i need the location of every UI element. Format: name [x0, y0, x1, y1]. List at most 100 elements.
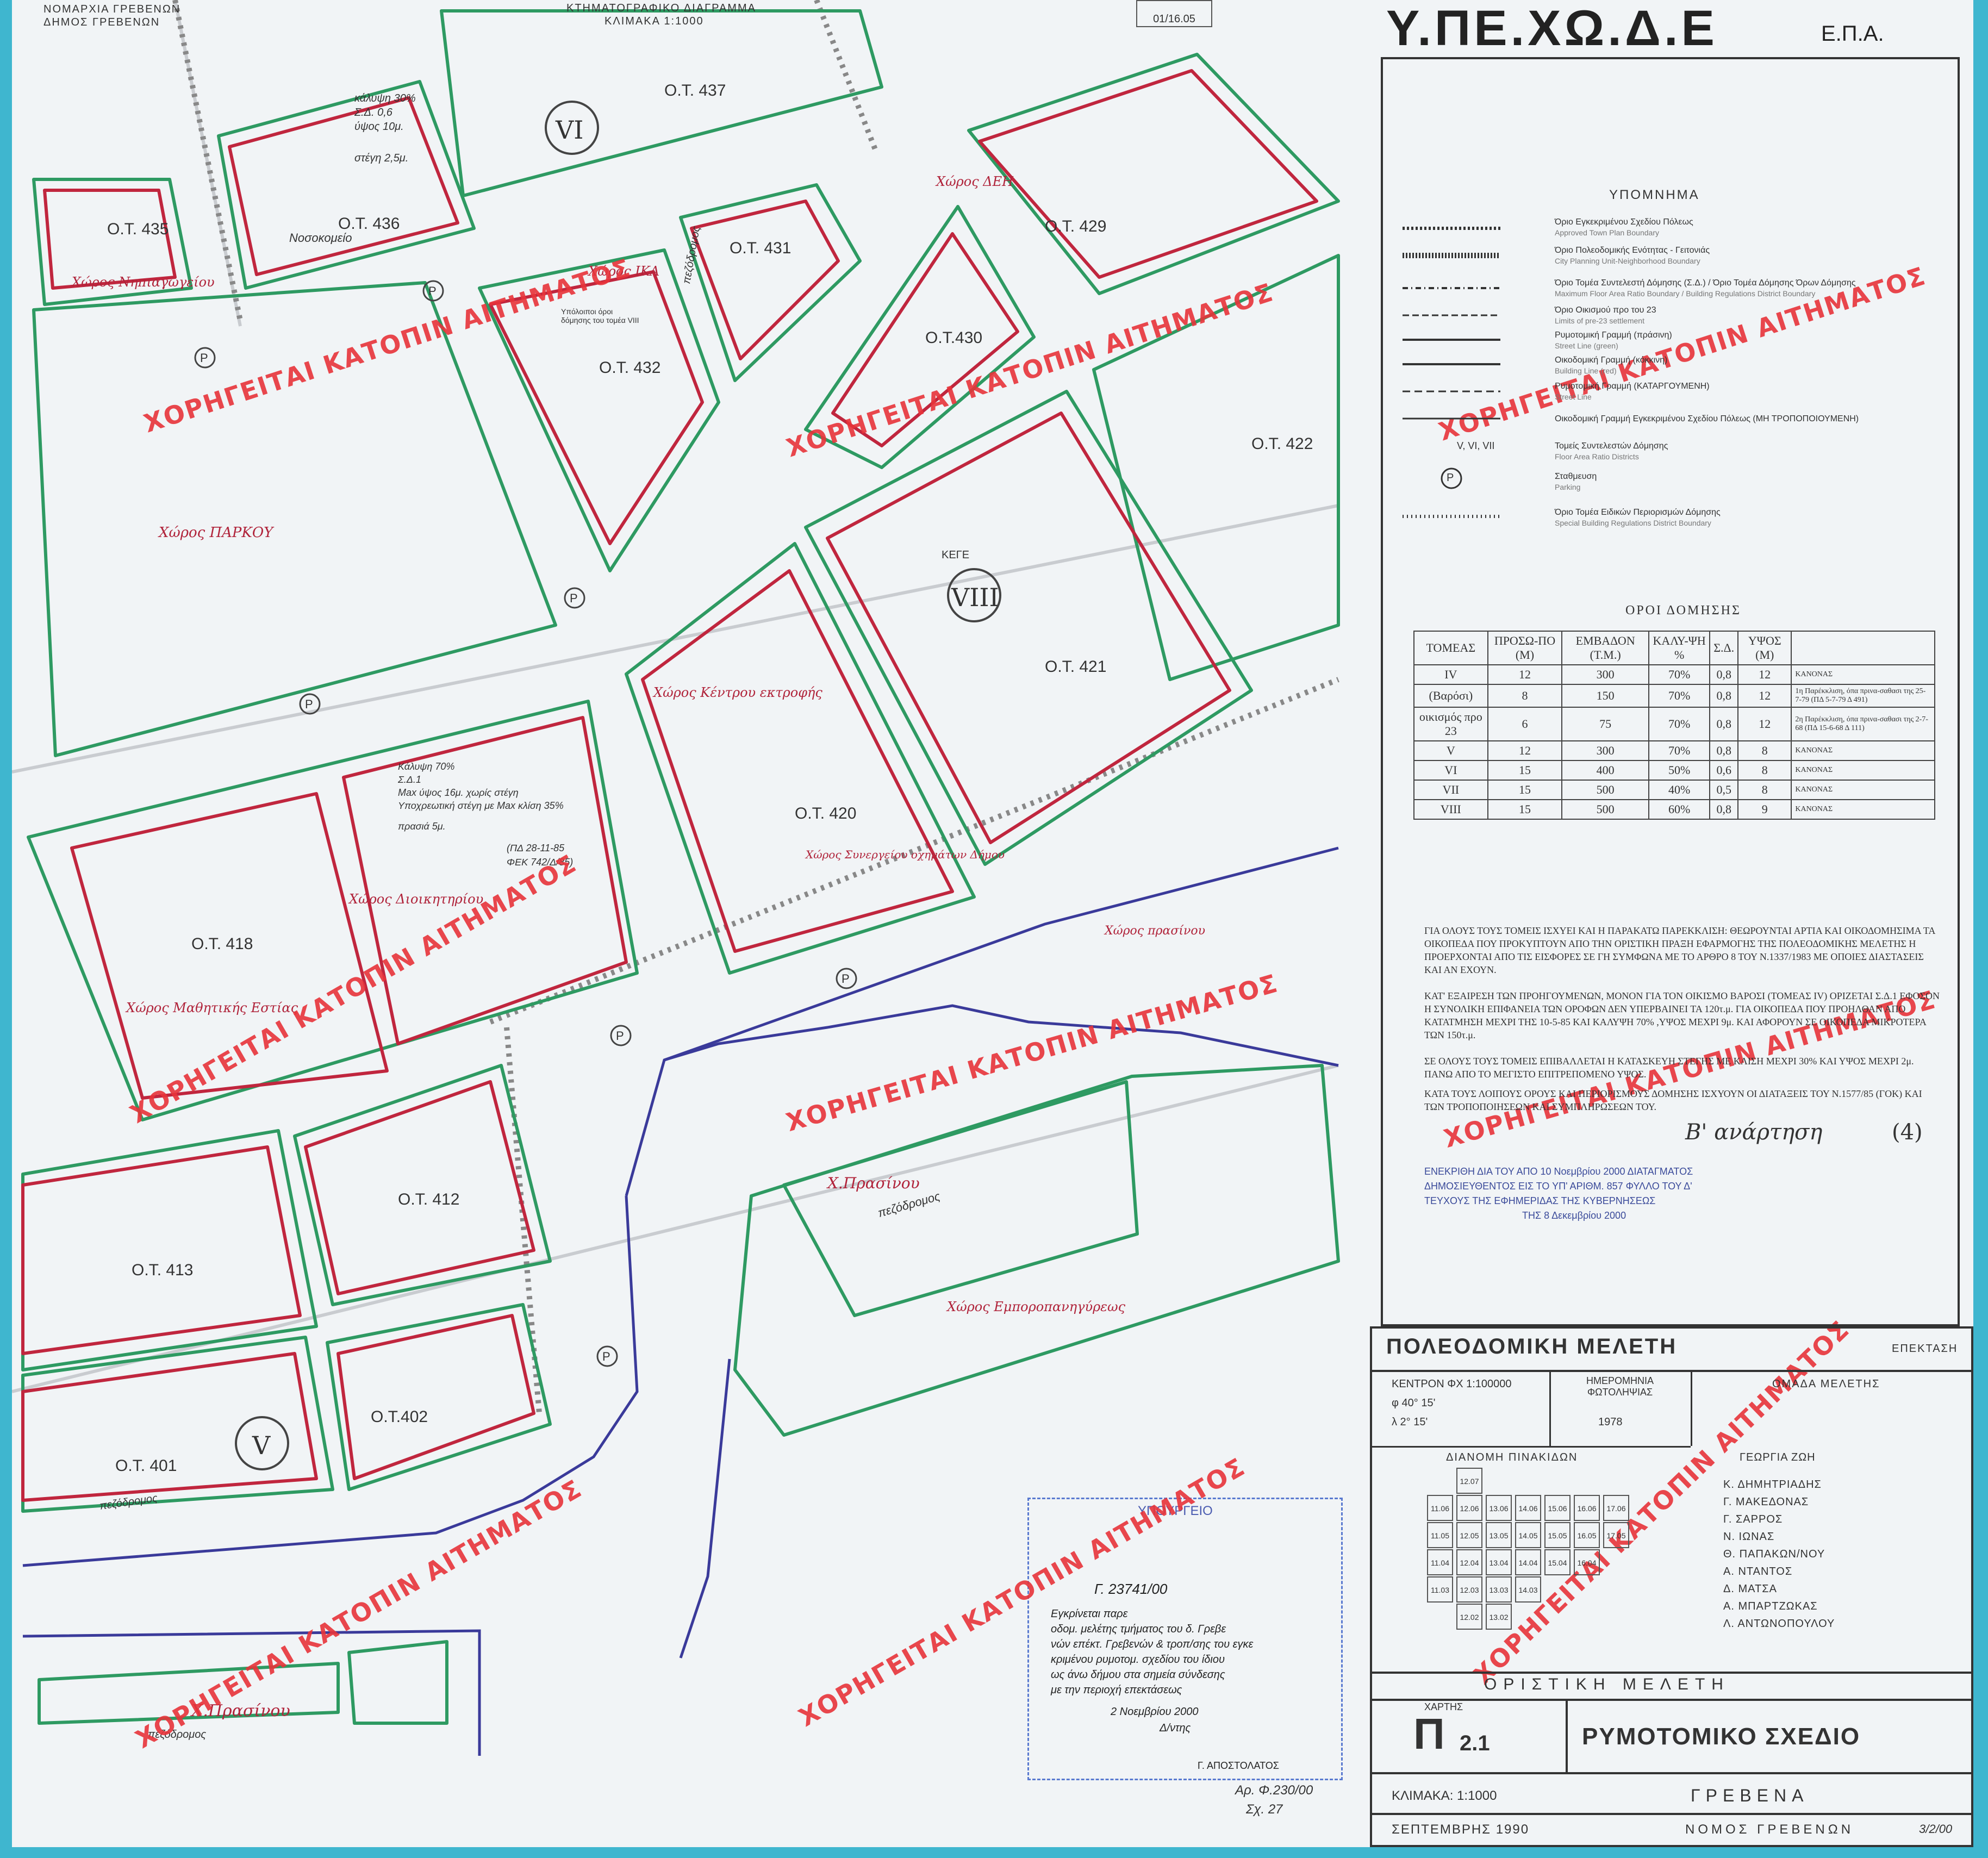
blue-line-5: [22, 1629, 481, 1756]
team-member: Λ. ΑΝΤΩΝΟΠΟΥΛΟΥ: [1723, 1618, 1835, 1630]
legend-item: Όριο Εγκεκριμένου Σχεδίου Πόλεως: [1555, 217, 1693, 227]
block-431-street: [679, 183, 862, 382]
block-label: Ο.Τ. 412: [398, 1190, 460, 1208]
sheet-index-cell: 15.05: [1544, 1522, 1571, 1548]
map-code: Π: [1413, 1710, 1445, 1758]
terms-cell: 8: [1737, 740, 1792, 761]
team-member: Α. ΜΠΑΡΤΖΩΚΑΣ: [1723, 1600, 1818, 1612]
terms-cell: 8: [1737, 780, 1792, 800]
sheet-index-cell: 11.05: [1427, 1522, 1453, 1548]
ministry-logo: Υ.ΠΕ.ΧΩ.Δ.Ε: [1386, 1, 1718, 56]
center-label: ΚΕΝΤΡΟΝ ΦΧ 1:100000: [1392, 1378, 1512, 1390]
divider: [1370, 1813, 1973, 1815]
parking-p: P: [428, 284, 437, 298]
block-label: Ο.Τ.430: [925, 329, 983, 347]
approval-text: οδομ. μελέτης τμήματος του δ. Γρεβε: [1051, 1623, 1226, 1635]
sheet-index-cell: 14.03: [1515, 1576, 1541, 1603]
other-terms-note: Υπόλοιποι όροι δόμησης του τομέα VIII: [561, 307, 639, 325]
divider: [1370, 1699, 1973, 1701]
terms-header-cell: Σ.Δ.: [1709, 631, 1739, 665]
terms-row: (Βαρόσι) 8 150 70% 0,8 12 1η Παρέκκλιση, όπα π…: [1413, 684, 1935, 708]
legend-item-en: Floor Area Ratio Districts: [1555, 452, 1639, 461]
approval-line1: ΕΝΕΚΡΙΘΗ ΔΙΑ ΤΟΥ ΑΠΟ 10 Νοεμβρίου 2000 Δ…: [1424, 1166, 1693, 1177]
sheet-index-cell: 12.06: [1456, 1495, 1482, 1521]
block-401-building: [21, 1352, 318, 1502]
terms-title: ΟΡΟΙ ΔΟΜΗΣΗΣ: [1625, 603, 1741, 618]
block-413-building: [21, 1145, 302, 1355]
city-label: ΓΡΕΒΕΝΑ: [1691, 1786, 1809, 1805]
team-member: Κ. ΔΗΜΗΤΡΙΑΔΗΣ: [1723, 1479, 1822, 1491]
date-label: ΣΕΠΤΕΜΒΡΗΣ 1990: [1392, 1822, 1530, 1837]
sheet-index-cell: 12.05: [1456, 1522, 1482, 1548]
parking-p: P: [305, 697, 313, 711]
blue-line-3: [664, 846, 1339, 1062]
terms-cell: 0,5: [1709, 780, 1739, 800]
sheets-title: ΔΙΑΝΟΜΗ ΠΙΝΑΚΙΔΩΝ: [1446, 1451, 1578, 1463]
divider: [1370, 1446, 1691, 1448]
sheet-index-cell: 16.06: [1574, 1495, 1600, 1521]
decision-note: (ΠΔ 28-11-85: [507, 843, 565, 853]
team-member: Α. ΝΤΑΝΤΟΣ: [1723, 1566, 1793, 1578]
building-note: Σ.Δ. 0,6: [354, 107, 392, 119]
map-area: VI VIII V ΝΟΜΑΡΧΙΑ ΓΡΕΒΕΝΩΝ ΔΗΜΟΣ ΓΡΕΒΕΝ…: [11, 0, 1370, 1847]
terms-cell: 12: [1737, 664, 1792, 685]
legend-panel: Υ.ΠΕ.ΧΩ.Δ.Ε Ε.Π.Α. ΥΠΟΜΝΗΜΑ Όριο Εγκεκρι…: [1370, 0, 1973, 1847]
team-member: Δ. ΜΑΤΣΑ: [1723, 1583, 1777, 1595]
terms-header-cell: ΤΟΜΕΑΣ: [1413, 631, 1488, 665]
legend-title: ΥΠΟΜΝΗΜΑ: [1609, 188, 1700, 202]
block-421-building: [826, 411, 1231, 844]
terms-cell: 70%: [1648, 740, 1711, 761]
legend-item-en: Special Building Regulations District Bo…: [1555, 519, 1711, 527]
terms-note: ΓΙΑ ΟΛΟΥΣ ΤΟΥΣ ΤΟΜΕΙΣ ΙΣΧΥΕΙ ΚΑΙ Η ΠΑΡΑΚ…: [1424, 925, 1935, 975]
terms-cell: 12: [1737, 707, 1792, 741]
terms-note: ΣΕ ΟΛΟΥΣ ΤΟΥΣ ΤΟΜΕΙΣ ΕΠΙΒΑΛΛΕΤΑΙ Η ΚΑΤΑΣ…: [1424, 1056, 1914, 1080]
terms-header-cell: ΥΨΟΣ (Μ): [1737, 631, 1792, 665]
cadastral-scale: ΚΛΙΜΑΚΑ 1:1000: [604, 15, 704, 27]
sheet-index-cell: 15.04: [1544, 1549, 1571, 1575]
block-label: Ο.Τ. 401: [115, 1457, 177, 1475]
legend-item: Τομείς Συντελεστών Δόμησης: [1555, 441, 1668, 451]
file-ref: Αρ. Φ.230/00: [1235, 1783, 1313, 1798]
building-terms-table: ΤΟΜΕΑΣ ΠΡΟΣΩ-ΠΟ (Μ) ΕΜΒΑΔΟΝ (Τ.Μ.) ΚΑΛΥ-ΨΗ …: [1413, 631, 1935, 820]
final-study: ΟΡΙΣΤΙΚΗ ΜΕΛΕΤΗ: [1484, 1675, 1730, 1693]
boundary-dotted-4: [814, 0, 879, 153]
block-label: Ο.Τ. 431: [730, 239, 792, 257]
block-label: Ο.Τ. 421: [1045, 658, 1107, 676]
legend-item-en: Building Line (red): [1555, 366, 1617, 375]
plot-green-bottom-2: [347, 1640, 448, 1725]
sheet-index-grid: 12.07 11.06 12.06 13.06 14.06 15.06 16.06 17.06…: [1427, 1468, 1661, 1631]
approval-text: νών επέκτ. Γρεβενών & τροπ/σης του εγκε: [1051, 1638, 1254, 1650]
parking-p: P: [616, 1029, 624, 1043]
terms-cell: 2η Παρέκκλιση, όπα πρινα-σαθασι της 2-7-…: [1791, 707, 1935, 741]
terms-cell: ΚΑΝΟΝΑΣ: [1791, 799, 1935, 820]
legend-item-en: Street Line (green): [1555, 341, 1618, 350]
approval-line2: ΔΗΜΟΣΙΕΥΘΕΝΤΟΣ ΕΙΣ ΤΟ ΥΠ' ΑΡΙΘΜ. 857 ΦΥΛ…: [1424, 1181, 1692, 1192]
note-hospital: Νοσοκομείο: [289, 231, 352, 245]
prefecture-label: ΝΟΜΟΣ ΓΡΕΒΕΝΩΝ: [1685, 1822, 1854, 1837]
terms-cell: V: [1413, 740, 1488, 761]
legend-item: Όριο Τομέα Συντελεστή Δόμησης (Σ.Δ.) / Ό…: [1555, 278, 1856, 288]
terms-row: VIII 15 500 60% 0,8 9 ΚΑΝΟΝΑΣ: [1413, 799, 1935, 820]
legend-item-sym: V, VI, VII: [1457, 440, 1495, 451]
terms-cell: VII: [1413, 780, 1488, 800]
legend-item: Ρυμοτομική Γραμμή (πράσινη): [1555, 331, 1672, 340]
frame-bottom: [0, 1847, 1988, 1858]
sheet-index-cell: 17.05: [1603, 1522, 1629, 1548]
plan-title: ΡΥΜΟΤΟΜΙΚΟ ΣΧΕΔΙΟ: [1582, 1723, 1861, 1750]
terms-row: VII 15 500 40% 0,5 8 ΚΑΝΟΝΑΣ: [1413, 780, 1935, 800]
terms-row: V 12 300 70% 0,8 8 ΚΑΝΟΝΑΣ: [1413, 740, 1935, 761]
building-note: Υποχρεωτική στέγη με Max κλίση 35%: [398, 800, 564, 811]
legend-item: Οικοδομική Γραμμή (κόκκινη): [1555, 356, 1668, 365]
terms-cell: VI: [1413, 760, 1488, 781]
approval-text: με την περιοχή επεκτάσεως: [1051, 1684, 1182, 1696]
block-419-building: [342, 716, 628, 1045]
note-kindergarten: Χώρος Νηπιαγωγείου: [72, 275, 215, 290]
building-note: στέγη 2,5μ.: [354, 152, 409, 164]
terms-cell: 150: [1561, 684, 1650, 708]
building-note: ύψος 10μ.: [354, 121, 404, 133]
terms-cell: IV: [1413, 664, 1488, 685]
divider: [1370, 1672, 1973, 1674]
sheet-index-cell: 11.03: [1427, 1576, 1453, 1603]
sheet-index-cell: 12.02: [1456, 1604, 1482, 1630]
sheet-index-cell: 14.05: [1515, 1522, 1541, 1548]
